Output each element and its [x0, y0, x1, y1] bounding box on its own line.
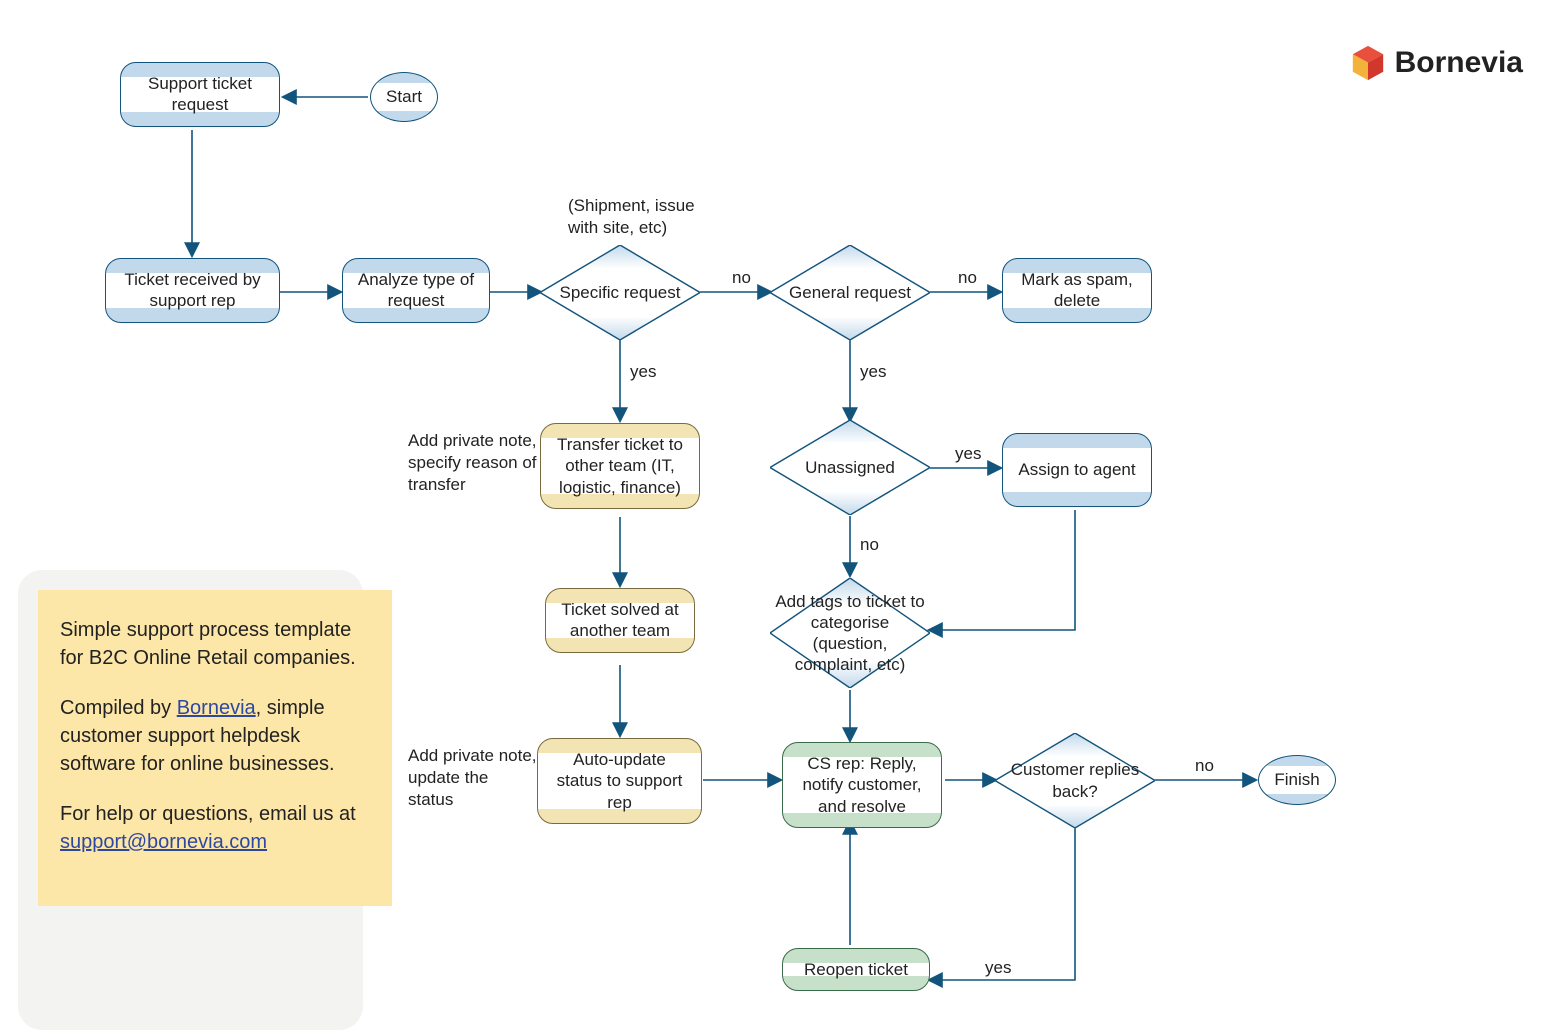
- edge-label-specific-yes: yes: [630, 362, 656, 382]
- node-label: Reopen ticket: [804, 959, 908, 980]
- node-label: Transfer ticket to other team (IT, logis…: [555, 434, 685, 498]
- node-assign-agent: Assign to agent: [1002, 433, 1152, 507]
- node-label: Mark as spam, delete: [1017, 269, 1137, 312]
- node-add-tags: Add tags to ticket to categorise (questi…: [770, 578, 930, 688]
- info-paragraph-1: Simple support process template for B2C …: [60, 616, 370, 672]
- node-label: Add tags to ticket to categorise (questi…: [775, 591, 925, 676]
- annotation-specific-request: (Shipment, issue with site, etc): [568, 195, 708, 239]
- node-solved-other-team: Ticket solved at another team: [545, 588, 695, 653]
- node-label: General request: [789, 282, 911, 303]
- node-label: Specific request: [560, 282, 681, 303]
- node-label: Start: [386, 87, 422, 107]
- annotation-transfer: Add private note, specify reason of tran…: [408, 430, 538, 496]
- node-label: Customer replies back?: [1005, 759, 1145, 802]
- node-specific-request: Specific request: [540, 245, 700, 340]
- node-cs-reply: CS rep: Reply, notify customer, and reso…: [782, 742, 942, 828]
- node-label: Analyze type of request: [357, 269, 475, 312]
- node-finish: Finish: [1258, 755, 1336, 805]
- edge-label-replies-no: no: [1195, 756, 1214, 776]
- node-ticket-received: Ticket received by support rep: [105, 258, 280, 323]
- annotation-auto-update: Add private note, update the status: [408, 745, 538, 811]
- bornevia-logo-icon: [1349, 44, 1387, 82]
- node-support-ticket-request: Support ticket request: [120, 62, 280, 127]
- flowchart-canvas: Bornevia: [0, 0, 1563, 1034]
- node-analyze: Analyze type of request: [342, 258, 490, 323]
- edge-label-unassigned-yes: yes: [955, 444, 981, 464]
- brand-logo: Bornevia: [1349, 44, 1523, 82]
- node-label: CS rep: Reply, notify customer, and reso…: [797, 753, 927, 817]
- edge-label-replies-yes: yes: [985, 958, 1011, 978]
- node-general-request: General request: [770, 245, 930, 340]
- node-label: Auto-update status to support rep: [552, 749, 687, 813]
- node-label: Unassigned: [805, 457, 895, 478]
- node-reopen: Reopen ticket: [782, 948, 930, 991]
- link-support-email[interactable]: support@bornevia.com: [60, 831, 267, 853]
- node-label: Support ticket request: [135, 73, 265, 116]
- info-paragraph-2: Compiled by Bornevia, simple customer su…: [60, 694, 370, 778]
- node-label: Ticket received by support rep: [120, 269, 265, 312]
- info-paragraph-3: For help or questions, email us at suppo…: [60, 800, 370, 856]
- link-bornevia[interactable]: Bornevia: [177, 697, 256, 719]
- edge-label-general-no: no: [958, 268, 977, 288]
- node-label: Assign to agent: [1018, 459, 1135, 480]
- edge-label-general-yes: yes: [860, 362, 886, 382]
- node-label: Finish: [1274, 770, 1319, 790]
- info-panel: Simple support process template for B2C …: [38, 590, 392, 906]
- edge-label-unassigned-no: no: [860, 535, 879, 555]
- node-start: Start: [370, 72, 438, 122]
- edge-label-specific-no: no: [732, 268, 751, 288]
- node-auto-update: Auto-update status to support rep: [537, 738, 702, 824]
- node-mark-spam: Mark as spam, delete: [1002, 258, 1152, 323]
- node-unassigned: Unassigned: [770, 420, 930, 515]
- node-label: Ticket solved at another team: [560, 599, 680, 642]
- node-transfer-ticket: Transfer ticket to other team (IT, logis…: [540, 423, 700, 509]
- node-customer-replies: Customer replies back?: [995, 733, 1155, 828]
- brand-name: Bornevia: [1395, 46, 1523, 80]
